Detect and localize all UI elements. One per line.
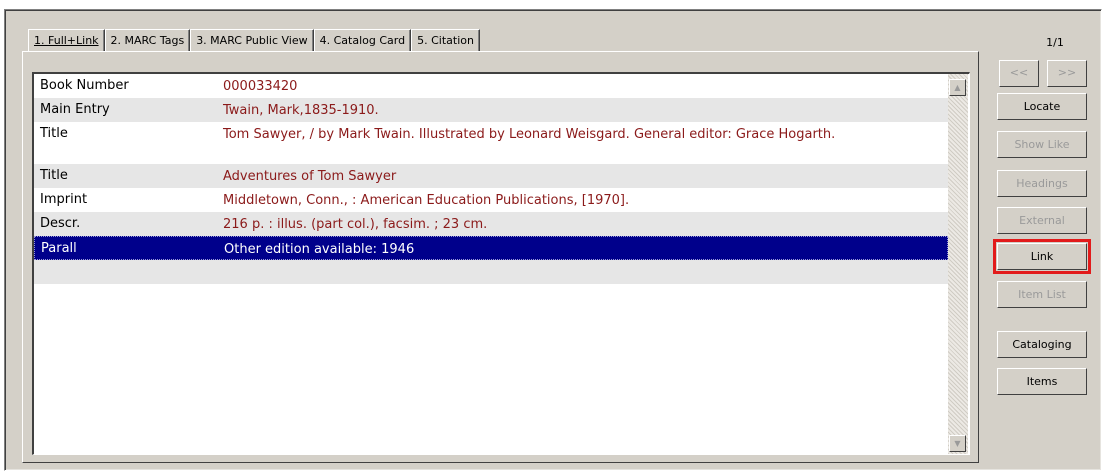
cataloging-button[interactable]: Cataloging xyxy=(997,331,1087,358)
external-button[interactable]: External xyxy=(997,207,1087,234)
field-label: Descr. xyxy=(40,216,81,231)
record-row-title[interactable]: Title Tom Sawyer, / by Mark Twain. Illus… xyxy=(34,122,948,164)
field-value: Other edition available: 1946 xyxy=(224,242,415,257)
record-row-parall[interactable]: Parall Other edition available: 1946 xyxy=(34,236,948,260)
items-button[interactable]: Items xyxy=(997,368,1087,395)
tab-marc-tags[interactable]: 2. MARC Tags xyxy=(104,29,191,51)
field-value: Middletown, Conn., : American Education … xyxy=(223,193,630,208)
record-row-descr[interactable]: Descr. 216 p. : illus. (part col.), facs… xyxy=(34,212,948,236)
field-value: Adventures of Tom Sawyer xyxy=(223,169,397,184)
record-grid: Book Number 000033420 Main Entry Twain, … xyxy=(34,74,948,454)
tab-marc-public-view[interactable]: 3. MARC Public View xyxy=(190,29,314,51)
vertical-scrollbar[interactable]: ▲ ▼ xyxy=(948,74,968,454)
headings-button[interactable]: Headings xyxy=(997,170,1087,197)
field-value: 000033420 xyxy=(223,79,298,94)
record-row-book-number[interactable]: Book Number 000033420 xyxy=(34,74,948,98)
tab-citation[interactable]: 5. Citation xyxy=(411,29,480,51)
field-label: Title xyxy=(40,126,68,141)
record-row-main-entry[interactable]: Main Entry Twain, Mark,1835-1910. xyxy=(34,98,948,122)
field-value: Tom Sawyer, / by Mark Twain. Illustrated… xyxy=(223,127,836,142)
record-row-empty xyxy=(34,260,948,284)
tab-full-link[interactable]: 1. Full+Link xyxy=(28,29,105,51)
record-counter: 1/1 xyxy=(1046,36,1064,49)
tab-catalog-card[interactable]: 4. Catalog Card xyxy=(313,29,412,51)
tab-strip: 1. Full+Link 2. MARC Tags 3. MARC Public… xyxy=(28,29,480,51)
item-list-button[interactable]: Item List xyxy=(997,281,1087,308)
record-listbox[interactable]: Book Number 000033420 Main Entry Twain, … xyxy=(32,72,970,455)
field-label: Imprint xyxy=(40,192,88,207)
field-label: Book Number xyxy=(40,78,129,93)
field-value: Twain, Mark,1835-1910. xyxy=(223,103,379,118)
field-label: Parall xyxy=(41,241,77,256)
field-label: Main Entry xyxy=(40,102,110,117)
record-row-title-alt[interactable]: Title Adventures of Tom Sawyer xyxy=(34,164,948,188)
field-value: 216 p. : illus. (part col.), facsim. ; 2… xyxy=(223,217,488,232)
show-like-button[interactable]: Show Like xyxy=(997,131,1087,158)
link-button[interactable]: Link xyxy=(993,239,1091,274)
record-row-imprint[interactable]: Imprint Middletown, Conn., : American Ed… xyxy=(34,188,948,212)
scroll-up-arrow-icon[interactable]: ▲ xyxy=(949,79,966,96)
previous-record-button[interactable]: << xyxy=(999,60,1039,87)
next-record-button[interactable]: >> xyxy=(1047,60,1087,87)
field-label: Title xyxy=(40,168,68,183)
scroll-down-arrow-icon[interactable]: ▼ xyxy=(949,435,966,452)
locate-button[interactable]: Locate xyxy=(997,93,1087,120)
